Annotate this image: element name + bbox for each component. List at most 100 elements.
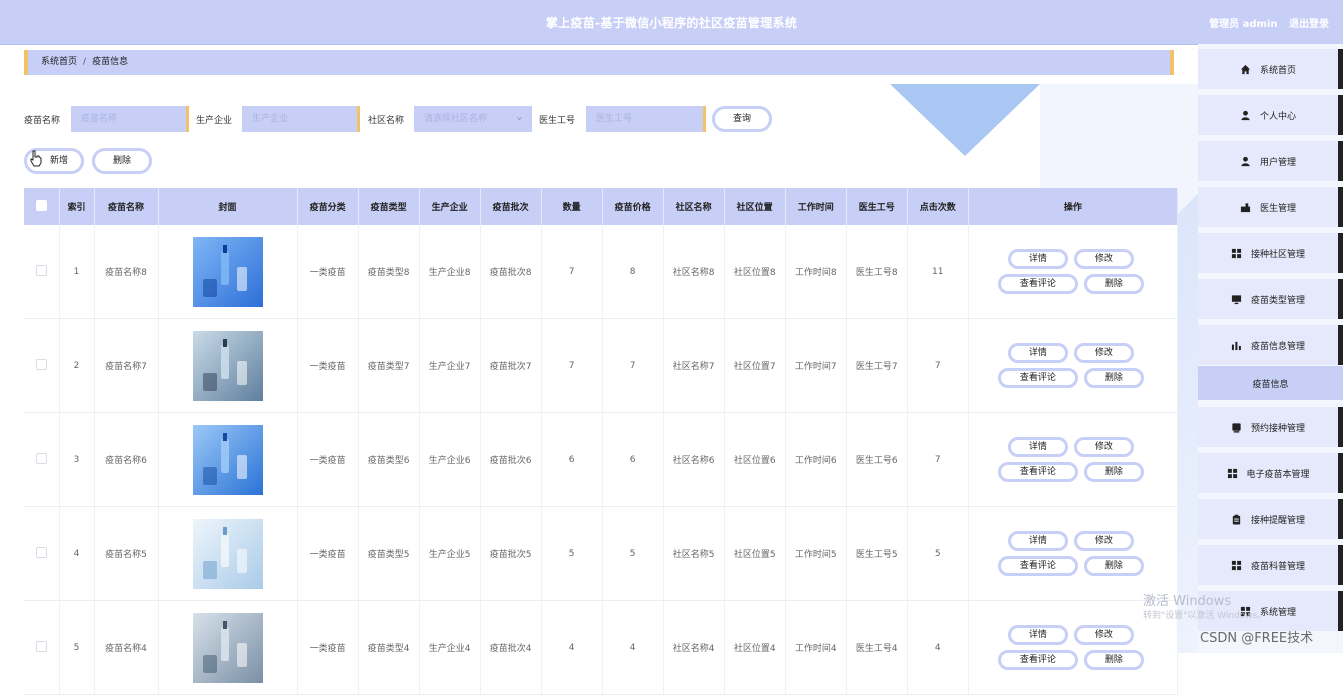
sidebar-item[interactable]: 预约接种管理 [1198, 407, 1343, 447]
select-all-checkbox[interactable] [35, 199, 47, 211]
edit-button[interactable]: 修改 [1073, 624, 1134, 645]
detail-button[interactable]: 详情 [1007, 436, 1068, 457]
community-label: 社区名称 [368, 116, 405, 126]
delete-button[interactable]: 删除 [1083, 367, 1144, 388]
row-select-cell[interactable] [24, 318, 60, 413]
batch-delete-button[interactable]: 删除 [92, 148, 152, 174]
community-location: 社区位置7 [724, 318, 786, 413]
delete-button[interactable]: 删除 [1083, 461, 1144, 482]
row-checkbox[interactable] [35, 358, 47, 370]
column-header: 操作 [968, 188, 1179, 225]
edit-button[interactable]: 修改 [1073, 436, 1134, 457]
column-header: 疫苗名称 [94, 188, 159, 225]
vaccine-category: 一类疫苗 [297, 506, 359, 601]
vaccine-batch: 疫苗批次5 [480, 506, 542, 601]
cover-cell [158, 225, 298, 319]
vaccine-name-label: 疫苗名称 [24, 116, 61, 126]
sidebar-subitem-active[interactable]: 疫苗信息 [1198, 366, 1343, 400]
vaccine-category: 一类疫苗 [297, 600, 359, 695]
quantity: 7 [541, 318, 603, 413]
manufacturer: 生产企业5 [419, 506, 481, 601]
column-header: 疫苗价格 [602, 188, 664, 225]
doctor-id: 医生工号8 [846, 225, 908, 319]
select-all-cell[interactable] [24, 188, 60, 225]
edit-button[interactable]: 修改 [1073, 248, 1134, 269]
view-comments-button[interactable]: 查看评论 [997, 367, 1078, 388]
detail-button[interactable]: 详情 [1007, 530, 1068, 551]
quantity: 4 [541, 600, 603, 695]
vaccine-name: 疫苗名称8 [94, 225, 159, 319]
action-group: 详情 修改查看评论 删除 [997, 246, 1148, 298]
row-checkbox[interactable] [35, 640, 47, 652]
manufacturer: 生产企业7 [419, 318, 481, 413]
vaccine-batch: 疫苗批次6 [480, 412, 542, 507]
column-header: 数量 [541, 188, 603, 225]
delete-button[interactable]: 删除 [1083, 273, 1144, 294]
detail-button[interactable]: 详情 [1007, 624, 1068, 645]
sidebar-item-label: 个人中心 [1259, 111, 1296, 122]
column-header: 封面 [158, 188, 298, 225]
vaccine-batch: 疫苗批次7 [480, 318, 542, 413]
doctor-id: 医生工号4 [846, 600, 908, 695]
sidebar-item[interactable]: 系统首页 [1198, 49, 1343, 89]
vaccine-name-input[interactable]: 疫苗名称 [71, 106, 189, 132]
detail-button[interactable]: 详情 [1007, 248, 1068, 269]
vaccine-cover-image [192, 236, 263, 307]
query-button[interactable]: 查询 [712, 106, 772, 132]
logout-link[interactable]: 退出登录 [1289, 19, 1329, 30]
sidebar-item[interactable]: 电子疫苗本管理 [1198, 453, 1343, 493]
click-count: 11 [907, 225, 969, 319]
vaccine-type: 疫苗类型4 [358, 600, 420, 695]
manufacturer: 生产企业8 [419, 225, 481, 319]
view-comments-button[interactable]: 查看评论 [997, 461, 1078, 482]
grid-icon [1231, 559, 1243, 571]
column-header: 社区名称 [663, 188, 725, 225]
community-name: 社区名称5 [663, 506, 725, 601]
sidebar-item[interactable]: 个人中心 [1198, 95, 1343, 135]
vaccine-cover-image [192, 330, 263, 401]
view-comments-button[interactable]: 查看评论 [997, 555, 1078, 576]
community-name: 社区名称6 [663, 412, 725, 507]
doctor-id-input[interactable]: 医生工号 [586, 106, 706, 132]
detail-button[interactable]: 详情 [1007, 342, 1068, 363]
sidebar-item[interactable]: 用户管理 [1198, 141, 1343, 181]
row-select-cell[interactable] [24, 225, 60, 319]
edit-button[interactable]: 修改 [1073, 530, 1134, 551]
sidebar-item[interactable]: 接种提醒管理 [1198, 499, 1343, 539]
user-area: 管理员 admin 退出登录 [1201, 15, 1329, 30]
manufacturer-input[interactable]: 生产企业 [242, 106, 360, 132]
row-index: 4 [59, 506, 95, 601]
user-label: 管理员 admin [1209, 19, 1278, 30]
sidebar-item[interactable]: 接种社区管理 [1198, 233, 1343, 273]
sidebar-item[interactable]: 疫苗类型管理 [1198, 279, 1343, 319]
breadcrumb-home[interactable]: 系统首页 [41, 57, 77, 67]
sidebar-item[interactable]: 疫苗信息管理 [1198, 325, 1343, 365]
column-header: 社区位置 [724, 188, 786, 225]
row-checkbox[interactable] [35, 546, 47, 558]
sidebar-item-label: 系统首页 [1259, 65, 1296, 76]
view-comments-button[interactable]: 查看评论 [997, 273, 1078, 294]
row-select-cell[interactable] [24, 506, 60, 601]
delete-button[interactable]: 删除 [1083, 555, 1144, 576]
sidebar-item[interactable]: 医生管理 [1198, 187, 1343, 227]
row-checkbox[interactable] [35, 264, 47, 276]
vaccine-cover-image [192, 424, 263, 495]
vaccine-category: 一类疫苗 [297, 318, 359, 413]
table-header-row: 索引 疫苗名称 封面 疫苗分类 疫苗类型 生产企业 疫苗批次 数量 疫苗价格 社… [24, 188, 1179, 225]
edit-button[interactable]: 修改 [1073, 342, 1134, 363]
work-time: 工作时间5 [785, 506, 847, 601]
cover-cell [158, 318, 298, 413]
row-select-cell[interactable] [24, 412, 60, 507]
community-select[interactable]: 请选择社区名称 [414, 104, 532, 132]
cover-cell [158, 412, 298, 507]
row-select-cell[interactable] [24, 600, 60, 695]
home-icon [1240, 63, 1252, 75]
sidebar-item[interactable]: 疫苗科普管理 [1198, 545, 1343, 585]
column-header: 疫苗分类 [297, 188, 359, 225]
column-header: 点击次数 [907, 188, 969, 225]
row-index: 3 [59, 412, 95, 507]
row-checkbox[interactable] [35, 452, 47, 464]
user-icon [1240, 109, 1252, 121]
doctor-id: 医生工号5 [846, 506, 908, 601]
sidebar-item-label: 用户管理 [1259, 157, 1296, 168]
